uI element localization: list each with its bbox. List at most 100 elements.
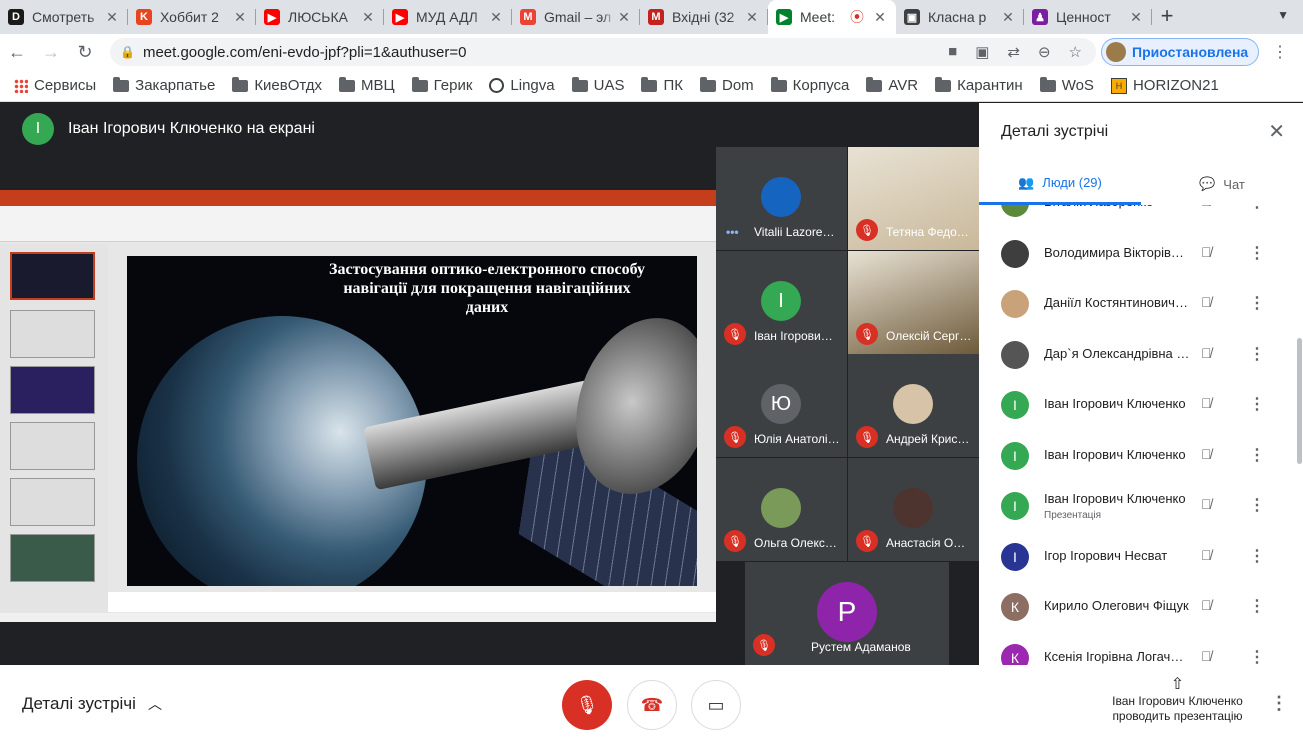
mic-off-icon[interactable]: 🎙̸ (1201, 205, 1212, 209)
participant-tile[interactable]: І 🎙 Іван Ігорови… (716, 251, 847, 354)
participant-tile[interactable]: 🎙 Анастасія О… (848, 458, 979, 561)
recording-icon: ⦿ (850, 9, 864, 25)
camera-button[interactable]: ▭ (691, 680, 741, 730)
participant-avatar (1001, 239, 1029, 268)
browser-tab[interactable]: ▶ Meet: ⦿ ✕ (768, 0, 896, 34)
more-options-icon[interactable]: ⋮ (1270, 693, 1288, 714)
browser-menu-icon[interactable]: ⋮ (1272, 42, 1288, 62)
browser-tab[interactable]: D Смотреть ✕ (0, 0, 128, 34)
bookmark-item[interactable]: H HORIZON21 (1110, 77, 1219, 94)
mic-off-button[interactable]: 🎙 (562, 680, 612, 730)
mic-off-icon[interactable]: 🎙̸ (1201, 244, 1212, 260)
close-icon[interactable]: ✕ (1268, 119, 1285, 144)
bookmark-item[interactable]: WoS (1039, 76, 1094, 94)
tab-close-icon[interactable]: ✕ (1128, 9, 1144, 26)
more-options-icon[interactable]: ⋮ (1249, 293, 1265, 313)
tab-close-icon[interactable]: ✕ (360, 9, 376, 26)
more-options-icon[interactable]: ⋮ (1249, 495, 1265, 515)
more-options-icon[interactable]: ⋮ (1249, 344, 1265, 364)
tab-search-icon[interactable]: ▼ (1277, 8, 1289, 22)
bookmark-item[interactable]: AVR (866, 76, 918, 94)
participant-row[interactable]: Дар`я Олександрівна … 🎙̸ ⋮ (979, 331, 1303, 381)
leave-call-button[interactable]: ☎ (627, 680, 677, 730)
tab-close-icon[interactable]: ✕ (616, 9, 632, 26)
participant-row[interactable]: К Ксенія Ігорівна Логачо… 🎙̸ ⋮ (979, 634, 1303, 666)
new-tab-button[interactable]: + (1152, 0, 1182, 34)
browser-tab[interactable]: M Вхідні (32 ✕ (640, 0, 768, 34)
more-options-icon[interactable]: ⋮ (1249, 445, 1265, 465)
more-options-icon[interactable]: ⋮ (1249, 205, 1265, 212)
mic-off-icon[interactable]: 🎙̸ (1201, 345, 1212, 361)
participant-tile[interactable]: Р 🎙 Рустем Адаманов (745, 562, 949, 665)
browser-tab[interactable]: ▶ МУД АДЛ ✕ (384, 0, 512, 34)
more-options-icon[interactable]: ⋮ (1249, 243, 1265, 263)
tab-close-icon[interactable]: ✕ (1000, 9, 1016, 26)
bookmark-item[interactable]: КиевОтдх (232, 76, 322, 94)
participant-row[interactable]: К Кирило Олегович Фіщук 🎙̸ ⋮ (979, 583, 1303, 633)
participant-tile[interactable]: 🎙 Тетяна Федо… (848, 147, 979, 250)
forward-arrow-icon[interactable]: → (34, 42, 68, 63)
participant-row[interactable]: І Іван Ігорович Ключенко Презентація 🎙̸ … (979, 482, 1303, 532)
participant-row[interactable]: І Іван Ігорович Ключенко 🎙̸ ⋮ (979, 381, 1303, 431)
bookmark-item[interactable]: Сервисы (14, 77, 96, 94)
more-options-icon[interactable]: ⋮ (1249, 647, 1265, 666)
browser-tab[interactable]: M Gmail – эл ✕ (512, 0, 640, 34)
participant-avatar (893, 488, 933, 528)
tab-close-icon[interactable]: ✕ (488, 9, 504, 26)
participant-row[interactable]: Володимира Вікторівна … 🎙̸ ⋮ (979, 230, 1303, 280)
mic-off-icon[interactable]: 🎙̸ (1201, 446, 1212, 462)
url-text[interactable]: meet.google.com/eni-evdo-jpf?pli=1&authu… (143, 44, 467, 61)
mic-off-icon[interactable]: 🎙̸ (1201, 395, 1212, 411)
bookmark-item[interactable]: ПК (641, 76, 683, 94)
presenting-status[interactable]: ⇧ Іван Ігорович Ключенко проводить презе… (1100, 677, 1255, 724)
participant-row[interactable]: Даніїл Костянтинович … 🎙̸ ⋮ (979, 280, 1303, 330)
people-list-scrollbar[interactable] (1297, 338, 1302, 464)
bookmark-item[interactable]: Герик (411, 76, 472, 94)
mic-off-icon[interactable]: 🎙̸ (1201, 496, 1212, 512)
meeting-details-panel: Деталі зустрічі ✕ 👥 Люди (29) 💬 Чат Віта… (979, 103, 1303, 665)
more-options-icon[interactable]: ⋮ (1249, 596, 1265, 616)
url-bar[interactable]: 🔒 meet.google.com/eni-evdo-jpf?pli=1&aut… (110, 38, 1096, 66)
tab-close-icon[interactable]: ✕ (872, 9, 888, 26)
browser-tab[interactable]: ▶ ЛЮСЬКА ✕ (256, 0, 384, 34)
bookmark-item[interactable]: МВЦ (339, 76, 395, 94)
bookmark-item[interactable]: Корпуса (770, 76, 849, 94)
participant-tile[interactable]: Ю 🎙 Юлія Анатолі… (716, 354, 847, 457)
mic-off-icon[interactable]: 🎙̸ (1201, 547, 1212, 563)
back-arrow-icon[interactable]: ← (0, 42, 34, 63)
zoom-icon[interactable]: ⊖ (1038, 43, 1051, 61)
tab-close-icon[interactable]: ✕ (104, 9, 120, 26)
bookmark-item[interactable]: Dom (699, 76, 754, 94)
mic-off-icon[interactable]: 🎙̸ (1201, 597, 1212, 613)
tab-title: МУД АДЛ (416, 9, 478, 25)
participant-tile[interactable]: 🎙 Ольга Олекс… (716, 458, 847, 561)
participant-row[interactable]: І Ігор Ігорович Несват 🎙̸ ⋮ (979, 533, 1303, 583)
bookmark-item[interactable]: Закарпатье (113, 76, 215, 94)
tab-close-icon[interactable]: ✕ (232, 9, 248, 26)
mic-off-icon[interactable]: 🎙̸ (1201, 294, 1212, 310)
tab-chat[interactable]: 💬 Чат (1141, 163, 1303, 205)
bookmark-item[interactable]: UAS (571, 76, 624, 94)
picture-in-picture-icon[interactable]: ▣ (975, 43, 989, 61)
mic-off-icon[interactable]: 🎙̸ (1201, 648, 1212, 664)
browser-tab[interactable]: K Хоббит 2 ✕ (128, 0, 256, 34)
participant-tile[interactable]: 🎙 Олексій Серг… (848, 251, 979, 354)
translate-icon[interactable]: ⇄ (1007, 43, 1020, 61)
tab-close-icon[interactable]: ✕ (744, 9, 760, 26)
camera-icon[interactable]: ■ (948, 43, 957, 61)
browser-tab[interactable]: ♟ Ценност ✕ (1024, 0, 1152, 34)
browser-tab[interactable]: ▣ Класна р ✕ (896, 0, 1024, 34)
profile-button[interactable]: Приостановлена (1101, 38, 1260, 66)
bookmark-star-icon[interactable]: ☆ (1069, 43, 1082, 61)
participant-tile[interactable]: 🎙 Андрей Крис… (848, 354, 979, 457)
bookmark-item[interactable]: Lingva (489, 77, 555, 94)
participant-tile[interactable]: ••• Vitalii Lazore… (716, 147, 847, 250)
more-options-icon[interactable]: ⋮ (1249, 546, 1265, 566)
participant-row[interactable]: Віталій Лазоренко 🎙̸ ⋮ (979, 205, 1303, 229)
reload-icon[interactable]: ↻ (68, 42, 102, 63)
bookmark-item[interactable]: Карантин (935, 76, 1023, 94)
more-options-icon[interactable]: ⋮ (1249, 394, 1265, 414)
tab-people[interactable]: 👥 Люди (29) (979, 163, 1141, 205)
participant-row[interactable]: І Іван Ігорович Ключенко 🎙̸ ⋮ (979, 432, 1303, 482)
meeting-details-toggle[interactable]: Деталі зустрічі ︿ (22, 694, 162, 714)
